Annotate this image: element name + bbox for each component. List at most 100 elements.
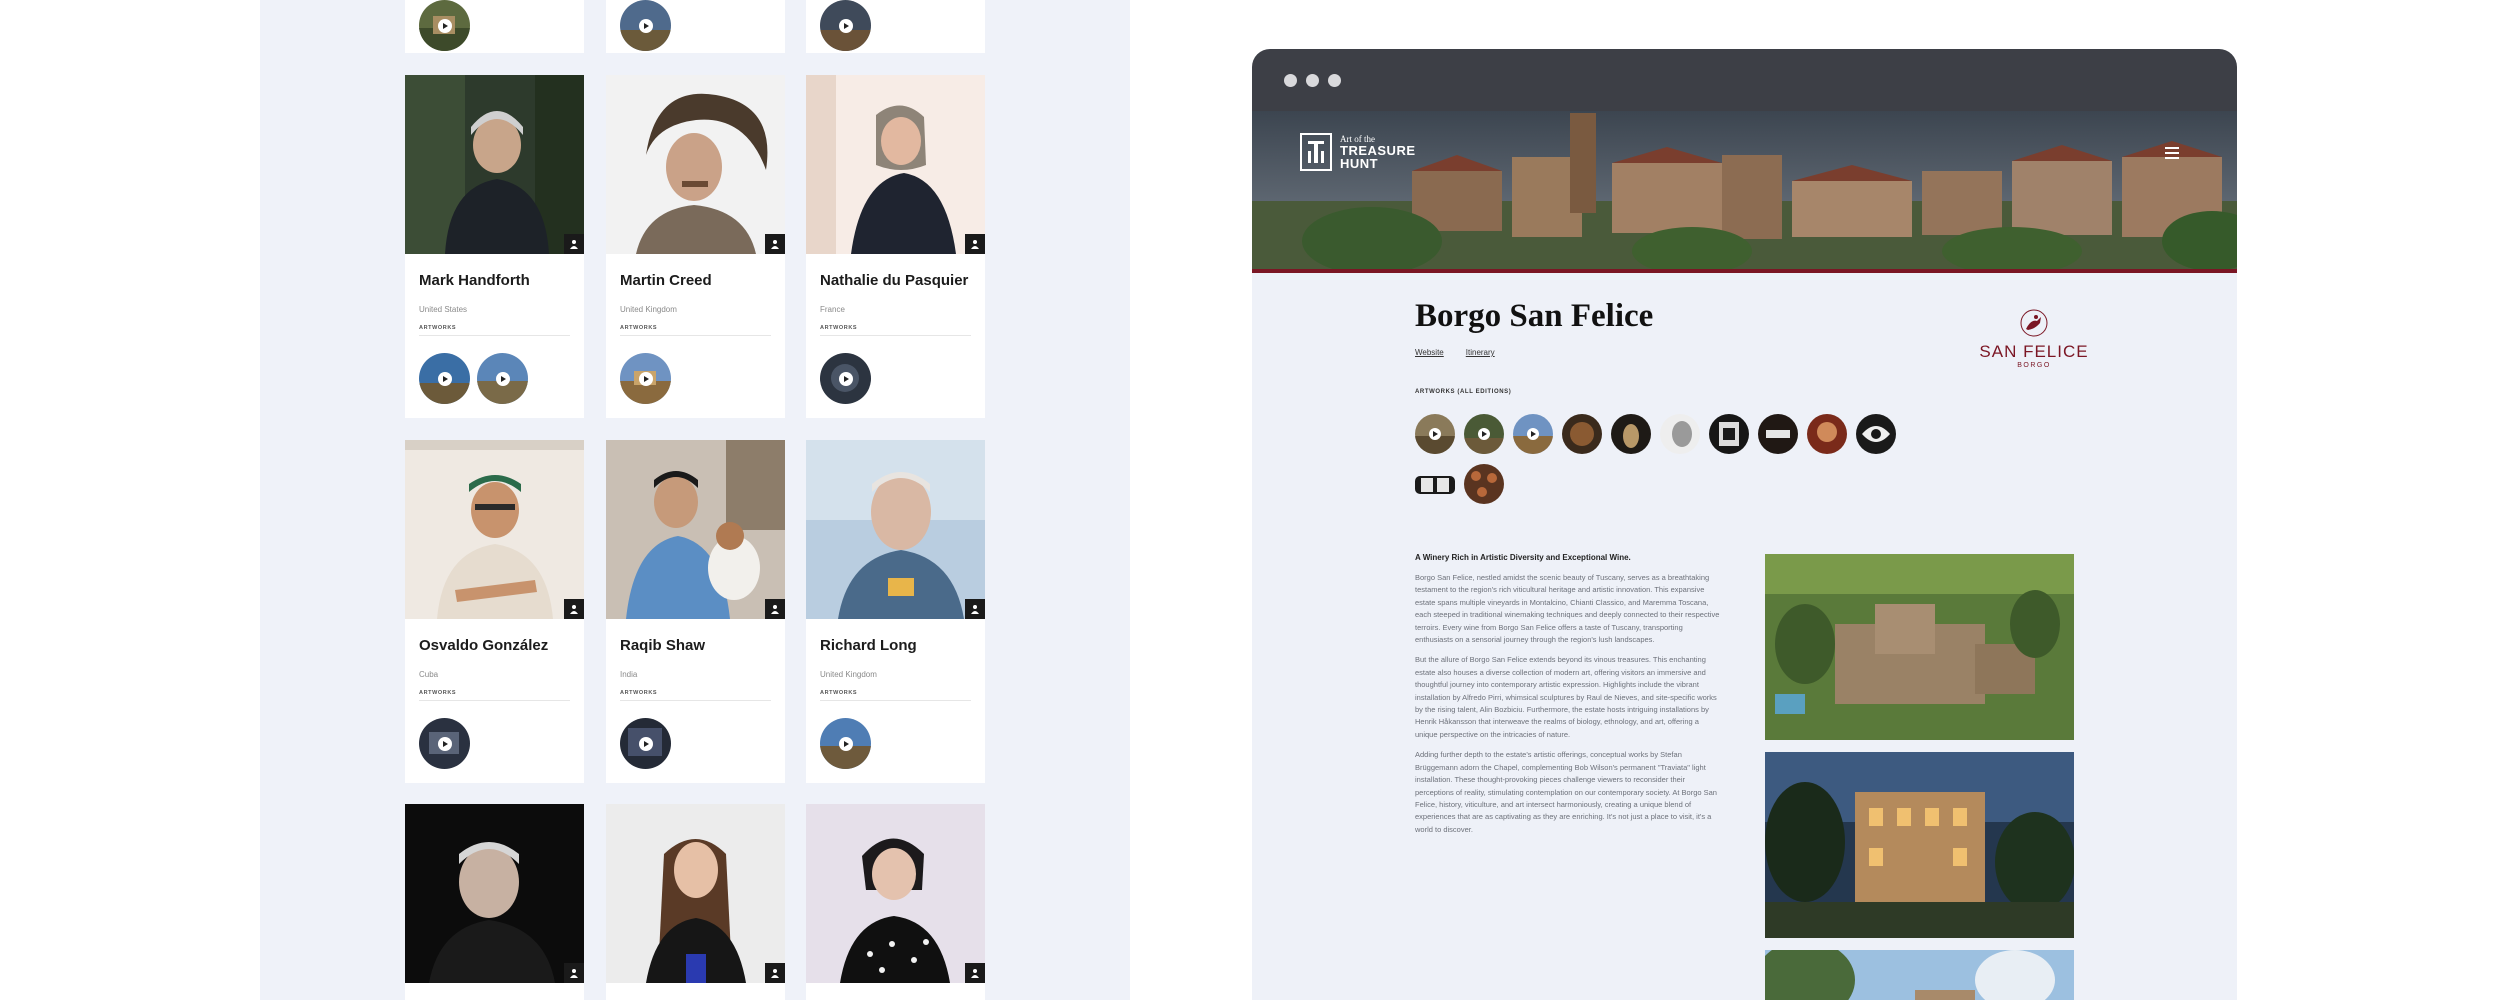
- profile-icon: [965, 599, 985, 619]
- artwork-circle[interactable]: [1709, 414, 1749, 454]
- artist-card-nathalie-du-pasquier[interactable]: Nathalie du Pasquier France ARTWORKS: [806, 75, 985, 418]
- artworks-label: ARTWORKS: [820, 690, 858, 696]
- play-icon: [437, 371, 452, 386]
- window-dot-minimize[interactable]: [1306, 74, 1319, 87]
- rider-emblem-icon: [2020, 309, 2048, 337]
- browser-window: Art of the TREASURE HUNT Borgo San Felic…: [1252, 49, 2237, 1000]
- artist-card[interactable]: [606, 804, 785, 1000]
- artworks-label: ARTWORKS: [820, 325, 858, 331]
- article-lead: A Winery Rich in Artistic Diversity and …: [1415, 553, 1631, 562]
- artist-grid-panel: Mark Handforth United States ARTWORKS Ma…: [260, 0, 1130, 1000]
- artist-country: United States: [419, 305, 468, 314]
- artwork-thumbs: [620, 353, 671, 404]
- artist-name[interactable]: Mark Handforth: [419, 272, 530, 289]
- artwork-circle[interactable]: [1562, 414, 1602, 454]
- itinerary-link[interactable]: Itinerary: [1466, 348, 1495, 357]
- window-dot-close[interactable]: [1284, 74, 1297, 87]
- artist-card-osvaldo-gonzalez[interactable]: Osvaldo González Cuba ARTWORKS: [405, 440, 584, 783]
- divider: [620, 700, 771, 701]
- play-icon: [838, 18, 853, 33]
- profile-icon: [564, 599, 584, 619]
- artist-photo[interactable]: [405, 804, 584, 983]
- artwork-thumbs: [419, 718, 470, 769]
- website-link[interactable]: Website: [1415, 348, 1444, 357]
- showcase-canvas: Mark Handforth United States ARTWORKS Ma…: [0, 0, 2500, 1000]
- artwork-thumb[interactable]: [820, 353, 871, 404]
- divider: [820, 335, 971, 336]
- artist-country: United Kingdom: [620, 305, 677, 314]
- artwork-circle[interactable]: [1464, 464, 1504, 504]
- gallery-photo-aerial[interactable]: [1765, 554, 2074, 740]
- site-logo[interactable]: Art of the TREASURE HUNT: [1300, 133, 1416, 171]
- play-icon: [638, 736, 653, 751]
- artwork-circle[interactable]: [1807, 414, 1847, 454]
- artist-card-raqib-shaw[interactable]: Raqib Shaw India ARTWORKS: [606, 440, 785, 783]
- artist-card[interactable]: [606, 0, 785, 53]
- artwork-thumb[interactable]: [419, 0, 470, 51]
- article-paragraph: Borgo San Felice, nestled amidst the sce…: [1415, 573, 1720, 645]
- artwork-thumb[interactable]: [820, 718, 871, 769]
- play-icon: [437, 18, 452, 33]
- divider: [419, 700, 570, 701]
- artist-photo[interactable]: [606, 75, 785, 254]
- artist-photo[interactable]: [806, 804, 985, 983]
- artworks-row-2: [1415, 464, 1504, 504]
- artist-photo[interactable]: [806, 75, 985, 254]
- artwork-thumbs: [820, 718, 871, 769]
- artist-card[interactable]: [405, 0, 584, 53]
- profile-icon: [564, 963, 584, 983]
- profile-icon: [965, 234, 985, 254]
- artist-name[interactable]: Osvaldo González: [419, 637, 548, 654]
- play-icon: [437, 736, 452, 751]
- artwork-circle[interactable]: [1758, 414, 1798, 454]
- artist-photo[interactable]: [405, 440, 584, 619]
- artist-name[interactable]: Nathalie du Pasquier: [820, 272, 968, 289]
- artworks-all-editions-label: ARTWORKS (ALL EDITIONS): [1415, 389, 1512, 395]
- artwork-thumb[interactable]: [419, 718, 470, 769]
- artwork-thumb[interactable]: [419, 353, 470, 404]
- menu-icon[interactable]: [2165, 147, 2179, 162]
- gallery-photo-night[interactable]: [1765, 752, 2074, 938]
- artwork-thumb[interactable]: [620, 718, 671, 769]
- artwork-thumb[interactable]: [820, 0, 871, 51]
- divider: [820, 700, 971, 701]
- artworks-label: ARTWORKS: [620, 325, 658, 331]
- play-icon: [495, 371, 510, 386]
- artist-card-richard-long[interactable]: Richard Long United Kingdom ARTWORKS: [806, 440, 985, 783]
- artist-photo[interactable]: [606, 440, 785, 619]
- logo-line-3: HUNT: [1340, 155, 1379, 171]
- page-links: Website Itinerary: [1415, 348, 1495, 357]
- artist-card[interactable]: [806, 804, 985, 1000]
- artist-card-mark-handforth[interactable]: Mark Handforth United States ARTWORKS: [405, 75, 584, 418]
- artist-photo[interactable]: [405, 75, 584, 254]
- artwork-thumb[interactable]: [620, 0, 671, 51]
- artwork-circle[interactable]: [1856, 414, 1896, 454]
- artist-name[interactable]: Raqib Shaw: [620, 637, 705, 654]
- window-dot-maximize[interactable]: [1328, 74, 1341, 87]
- artist-photo[interactable]: [606, 804, 785, 983]
- gallery-photo-courtyard[interactable]: [1765, 950, 2074, 1000]
- artwork-circle[interactable]: [1513, 414, 1553, 454]
- artist-card[interactable]: [806, 0, 985, 53]
- artwork-thumb[interactable]: [477, 353, 528, 404]
- profile-icon: [765, 599, 785, 619]
- play-icon: [1429, 428, 1441, 440]
- artwork-thumb[interactable]: [620, 353, 671, 404]
- artist-card-martin-creed[interactable]: Martin Creed United Kingdom ARTWORKS: [606, 75, 785, 418]
- artwork-thumbs: [620, 718, 671, 769]
- artist-name[interactable]: Richard Long: [820, 637, 917, 654]
- artwork-circle[interactable]: [1611, 414, 1651, 454]
- artist-card[interactable]: [405, 804, 584, 1000]
- artwork-circle[interactable]: [1415, 464, 1455, 504]
- profile-icon: [965, 963, 985, 983]
- artwork-circle[interactable]: [1415, 414, 1455, 454]
- artist-country: Cuba: [419, 670, 439, 679]
- artist-country: India: [620, 670, 638, 679]
- brand-name: SAN FELICE: [1979, 342, 2089, 361]
- profile-icon: [765, 234, 785, 254]
- profile-icon: [765, 963, 785, 983]
- artist-photo[interactable]: [806, 440, 985, 619]
- artwork-circle[interactable]: [1464, 414, 1504, 454]
- artwork-circle[interactable]: [1660, 414, 1700, 454]
- artist-name[interactable]: Martin Creed: [620, 272, 712, 289]
